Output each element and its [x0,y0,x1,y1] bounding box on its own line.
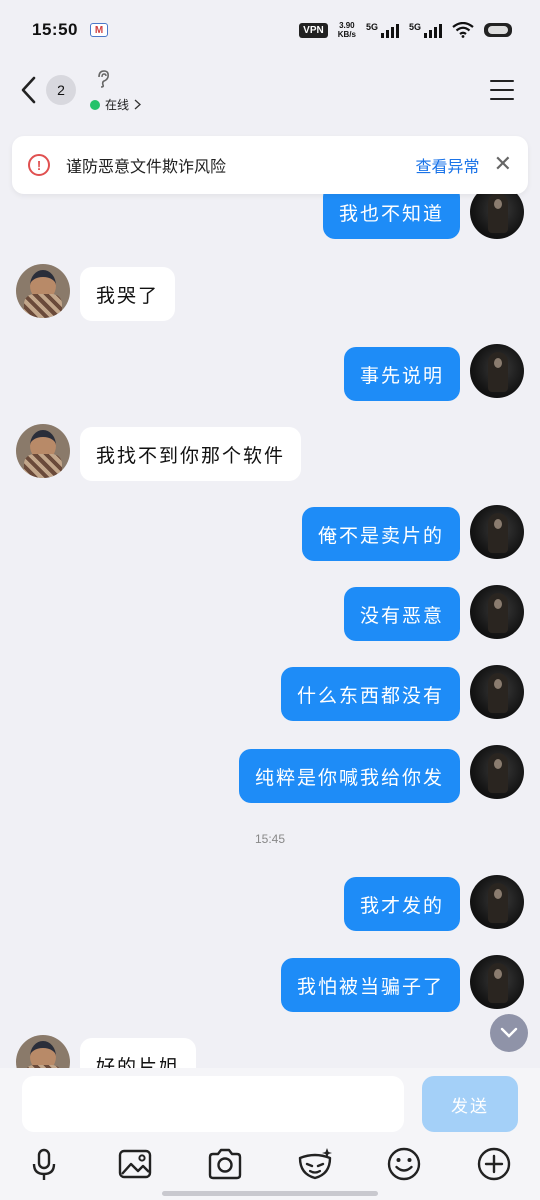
avatar-self[interactable] [470,875,524,929]
home-indicator[interactable] [162,1191,378,1196]
camera-icon[interactable] [205,1144,245,1184]
message-list[interactable]: 我也不知道 我哭了 事先说明 我找不到你那个软件 俺不是卖片的 没有恶意 什么东… [0,122,540,1068]
view-anomaly-link[interactable]: 查看异常 [416,153,480,177]
fraud-warning-banner: ! 谨防恶意文件欺诈风险 查看异常 ✕ [12,136,528,194]
online-dot-icon [90,99,100,110]
chevron-right-icon [134,99,141,110]
network-type-label: 5G [408,22,421,32]
message-bubble-self[interactable]: 我才发的 [343,877,460,931]
emoji-icon[interactable] [384,1144,424,1184]
avatar-contact[interactable] [16,1035,70,1068]
chevron-down-icon [500,1027,518,1038]
avatar-contact[interactable] [16,264,70,318]
scroll-to-bottom-button[interactable] [490,1014,528,1052]
message-bubble-self[interactable]: 事先说明 [343,347,460,401]
message-input[interactable] [22,1076,404,1132]
network-speed: 3.90 KB/s [338,21,356,39]
microphone-icon[interactable] [24,1144,64,1184]
message-bubble-self[interactable]: 没有恶意 [343,587,460,641]
sticker-icon[interactable] [295,1144,335,1184]
image-icon[interactable] [115,1144,155,1184]
status-bar: 15:50 M VPN 3.90 KB/s 5G 5G [0,0,540,60]
composer-toolbar [0,1144,540,1188]
back-arrow-icon[interactable] [18,74,40,106]
message-bubble-contact[interactable]: 我哭了 [80,267,176,321]
status-indicators: VPN 3.90 KB/s 5G 5G [299,21,512,39]
chat-header: 2 在线 [0,60,540,122]
ear-icon[interactable] [96,70,110,88]
avatar-self[interactable] [470,665,524,719]
message-bubble-self[interactable]: 纯粹是你喊我给你发 [238,749,460,803]
message-bubble-self[interactable]: 俺不是卖片的 [301,507,460,561]
network-speed-value: 3.90 [339,21,355,30]
mail-notification-icon: M [89,23,108,37]
signal-icon-sim1: 5G [366,22,399,38]
battery-icon [484,23,512,37]
close-icon[interactable]: ✕ [494,154,512,176]
avatar-contact[interactable] [16,424,70,478]
message-bubble-self[interactable]: 什么东西都没有 [280,667,460,721]
warning-text: 谨防恶意文件欺诈风险 [66,157,227,176]
unread-count-badge[interactable]: 2 [46,75,76,105]
wifi-icon [452,22,474,38]
plus-icon[interactable] [474,1144,514,1184]
warning-circle-icon: ! [28,154,50,176]
avatar-self[interactable] [470,585,524,639]
message-bubble-contact[interactable]: 我找不到你那个软件 [80,427,302,481]
network-speed-unit: KB/s [337,30,356,39]
signal-icon-sim2: 5G [409,22,442,38]
message-bubble-self[interactable]: 我怕被当骗子了 [280,958,460,1012]
vpn-icon: VPN [299,22,328,38]
message-timestamp: 15:45 [254,832,286,846]
presence-label: 在线 [105,98,130,112]
avatar-self[interactable] [470,505,524,559]
status-time: 15:50 [32,20,78,39]
send-button[interactable]: 发送 [422,1076,518,1132]
presence-status[interactable]: 在线 [90,96,141,113]
network-type-label: 5G [365,22,378,32]
avatar-self[interactable] [470,344,524,398]
composer: 发送 [0,1068,540,1200]
avatar-self[interactable] [470,955,524,1009]
avatar-self[interactable] [470,745,524,799]
message-bubble-contact[interactable]: 好的片姐 [80,1038,197,1068]
menu-icon[interactable] [490,80,514,100]
